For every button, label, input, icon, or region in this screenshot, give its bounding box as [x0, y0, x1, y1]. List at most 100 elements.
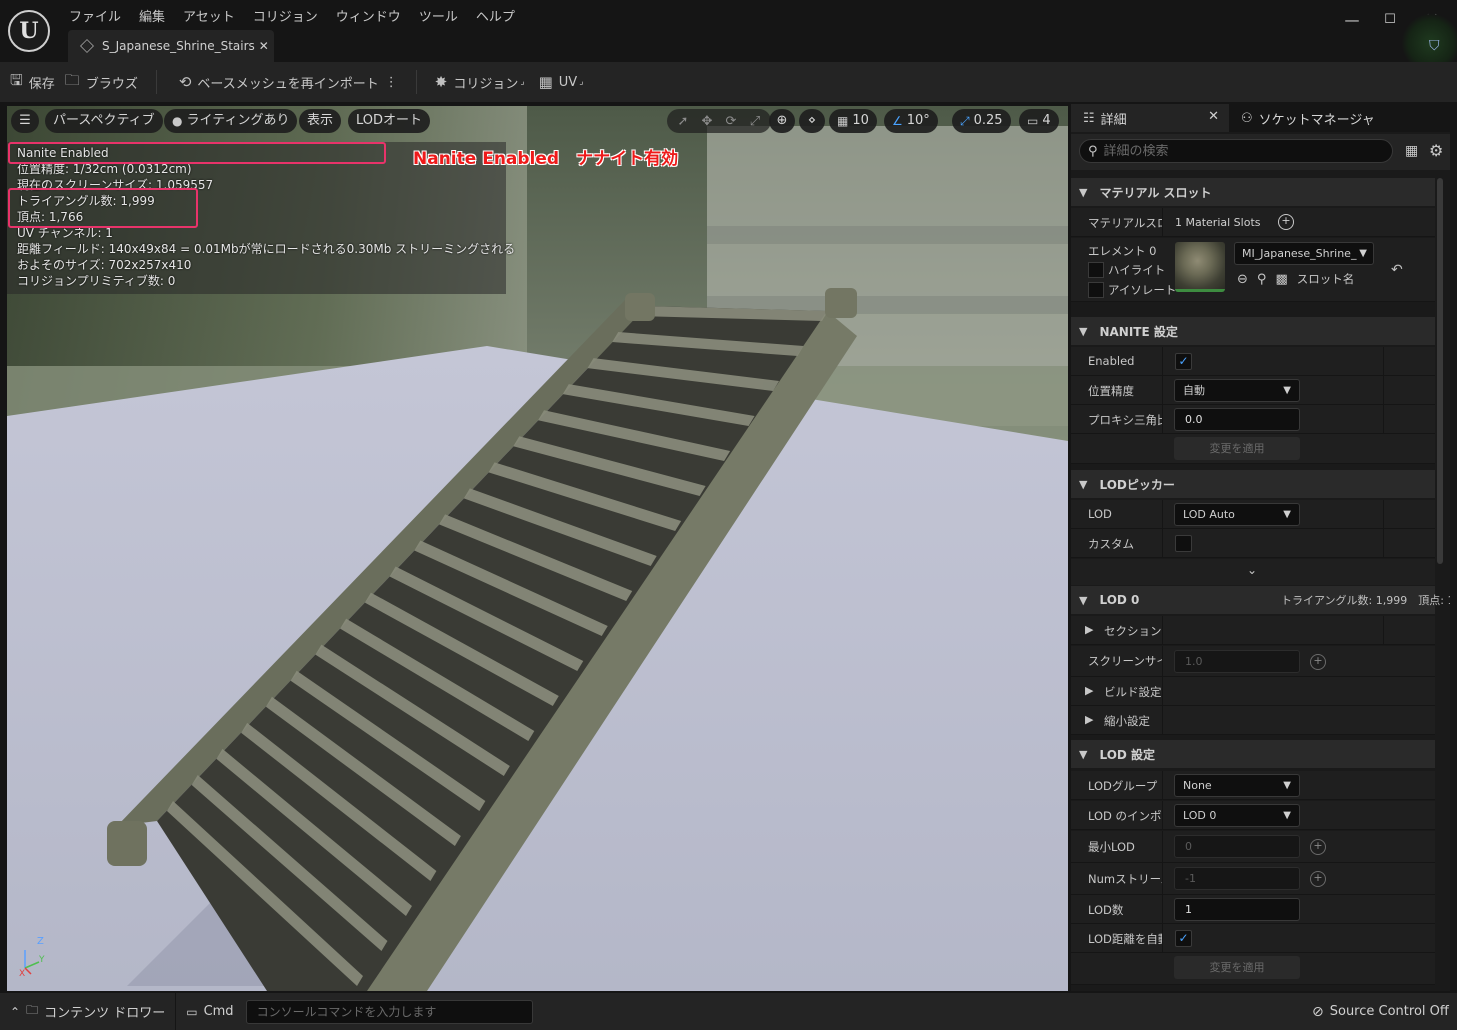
menu-window[interactable]: ウィンドウ [327, 4, 410, 26]
material-thumbnail[interactable] [1175, 242, 1225, 292]
isolate-check[interactable] [1088, 282, 1104, 298]
min-lod-field[interactable]: 0 [1174, 835, 1300, 858]
custom-checkbox[interactable] [1175, 535, 1192, 552]
lod-auto-button[interactable]: LODオート [348, 109, 431, 133]
rotate-icon[interactable]: ⟳ [719, 114, 743, 129]
source-control-button[interactable]: ⊘ Source Control Off [1312, 993, 1449, 1030]
minimize-icon[interactable]: — [1340, 8, 1364, 32]
mesh-viewport[interactable]: ☰ パースペクティブ ● ライティングあり 表示 LODオート ➚ ✥ ⟳ ⤢ … [7, 106, 1068, 991]
lod-combo[interactable]: LOD Auto ▼ [1174, 503, 1300, 526]
lod-apply-button[interactable]: 変更を適用 [1174, 956, 1300, 979]
viewport-menu-button[interactable]: ☰ [11, 109, 39, 133]
lod-group-row: LODグループ None ▼ [1071, 771, 1435, 800]
camera-speed-button[interactable]: ▭ 4 [1019, 109, 1059, 133]
proxy-triangle-field[interactable]: 0.0 [1174, 408, 1300, 431]
show-button[interactable]: 表示 [299, 109, 342, 133]
sections-row[interactable]: ▶ セクション [1071, 616, 1435, 645]
num-streamed-field[interactable]: -1 [1174, 867, 1300, 890]
surface-snap-button[interactable]: ⋄ [799, 109, 825, 133]
chevron-right-icon: ▶ [1085, 713, 1094, 726]
collision-button[interactable]: ✸ コリジョン ⌟ [435, 73, 525, 92]
move-icon[interactable]: ✥ [695, 114, 719, 129]
unreal-logo-icon[interactable]: U [8, 10, 50, 52]
highlight-checkbox[interactable]: ハイライト [1088, 262, 1165, 278]
advanced-expand-row[interactable]: ⌄ [1071, 559, 1435, 585]
nanite-apply-button[interactable]: 変更を適用 [1174, 437, 1300, 460]
chevron-down-icon: ▼ [1283, 810, 1291, 821]
property-matrix-icon[interactable]: ▦ [1405, 143, 1418, 159]
menu-help[interactable]: ヘルプ [467, 4, 524, 26]
cmd-button[interactable]: ▭ Cmd [176, 993, 243, 1030]
uv-grid-icon: ▦ [538, 73, 553, 91]
checker-icon[interactable]: ▩ [1275, 272, 1287, 287]
nanite-highlight-box [8, 142, 386, 164]
menu-edit[interactable]: 編集 [130, 4, 174, 26]
column-divider [1162, 646, 1163, 677]
section-nanite-settings[interactable]: ▼ NANITE 設定 [1071, 317, 1435, 345]
section-material-slots[interactable]: ▼ マテリアル スロット [1071, 178, 1435, 206]
proxy-triangle-row: プロキシ三角比 0.0 [1071, 405, 1435, 434]
property-label: カスタム [1088, 537, 1134, 551]
column-divider [1162, 208, 1163, 237]
section-lod-picker[interactable]: ▼ LODピッカー [1071, 470, 1435, 498]
settings-gear-icon[interactable]: ⚙ [1429, 141, 1443, 160]
browse-search-icon[interactable]: ⚲ [1257, 272, 1267, 287]
menu-file[interactable]: ファイル [60, 4, 130, 26]
lod-count-field[interactable]: 1 [1174, 898, 1300, 921]
menu-collision[interactable]: コリジョン [244, 4, 327, 26]
content-drawer-button[interactable]: ⌃ 🗀 コンテンツ ドロワー [0, 993, 175, 1030]
build-settings-row[interactable]: ▶ ビルド設定 [1071, 677, 1435, 706]
world-local-button[interactable]: ⊕ [769, 109, 795, 133]
learning-hat-icon[interactable]: ⛉ [1429, 38, 1440, 54]
column-divider [1162, 616, 1163, 645]
highlight-check[interactable] [1088, 262, 1104, 278]
add-icon[interactable]: + [1310, 839, 1326, 855]
position-precision-combo[interactable]: 自動 ▼ [1174, 379, 1300, 402]
grid-snap-button[interactable]: ▦ 10 [829, 109, 877, 133]
add-icon[interactable]: + [1310, 654, 1326, 670]
material-picker[interactable]: MI_Japanese_Shrine_ ▼ [1234, 242, 1374, 265]
section-lod0[interactable]: ▼ LOD 0 トライアングル数: 1,999 頂点: 1,76 [1071, 586, 1450, 614]
menu-tools[interactable]: ツール [410, 4, 467, 26]
tab-close-icon[interactable]: ✕ [1208, 109, 1219, 124]
isolate-checkbox[interactable]: アイソレート [1088, 282, 1176, 298]
reimport-button[interactable]: ⟲ ベースメッシュを再インポート ⋮ [179, 73, 398, 92]
more-options-icon[interactable]: ⋮ [385, 75, 398, 90]
tab-details[interactable]: ☷ 詳細 ✕ [1071, 104, 1229, 132]
scale-icon[interactable]: ⤢ [743, 114, 767, 129]
menu-asset[interactable]: アセット [174, 4, 244, 26]
select-icon[interactable]: ➚ [671, 114, 695, 129]
details-scrollbar[interactable] [1437, 178, 1443, 564]
nanite-enabled-checkbox[interactable]: ✓ [1175, 353, 1192, 370]
tab-socket-label: ソケットマネージャ [1258, 112, 1375, 128]
scale-snap-button[interactable]: ⤢ 0.25 [952, 109, 1011, 133]
perspective-button[interactable]: パースペクティブ [45, 109, 163, 133]
use-selected-icon[interactable]: ⊖ [1237, 272, 1248, 287]
details-search-input[interactable] [1103, 143, 1374, 159]
console-input[interactable] [245, 999, 533, 1024]
angle-snap-button[interactable]: ∠ 10° [884, 109, 938, 133]
add-icon[interactable]: + [1310, 871, 1326, 887]
column-divider [1383, 347, 1384, 376]
reset-arrow-icon[interactable]: ↶ [1391, 262, 1403, 278]
column-divider [1383, 616, 1384, 645]
maximize-icon[interactable]: ☐ [1378, 8, 1402, 32]
save-button[interactable]: 🖫 保存 [10, 70, 55, 95]
uv-button[interactable]: ▦ UV ⌟ [539, 73, 584, 91]
screen-size-field[interactable]: 1.0 [1174, 650, 1300, 673]
lod-group-combo[interactable]: None ▼ [1174, 774, 1300, 797]
collision-icon: ✸ [434, 73, 448, 91]
lod-import-combo[interactable]: LOD 0 ▼ [1174, 804, 1300, 827]
tab-close-icon[interactable]: ✕ [259, 39, 269, 53]
auto-lod-distance-checkbox[interactable]: ✓ [1175, 930, 1192, 947]
column-divider [1383, 500, 1384, 529]
isolate-label: アイソレート [1108, 283, 1177, 297]
tab-socket-manager[interactable]: ⚇ ソケットマネージャ [1241, 104, 1375, 132]
reduction-settings-row[interactable]: ▶ 縮小設定 [1071, 706, 1435, 735]
details-search-box[interactable]: ⚲ [1079, 139, 1393, 163]
section-lod-settings[interactable]: ▼ LOD 設定 [1071, 740, 1435, 768]
lighting-button[interactable]: ● ライティングあり [164, 109, 298, 133]
browse-button[interactable]: 🗀 ブラウズ [65, 70, 138, 95]
add-slot-icon[interactable]: + [1278, 214, 1294, 230]
document-tab[interactable]: S_Japanese_Shrine_Stairs ✕ [68, 30, 274, 62]
